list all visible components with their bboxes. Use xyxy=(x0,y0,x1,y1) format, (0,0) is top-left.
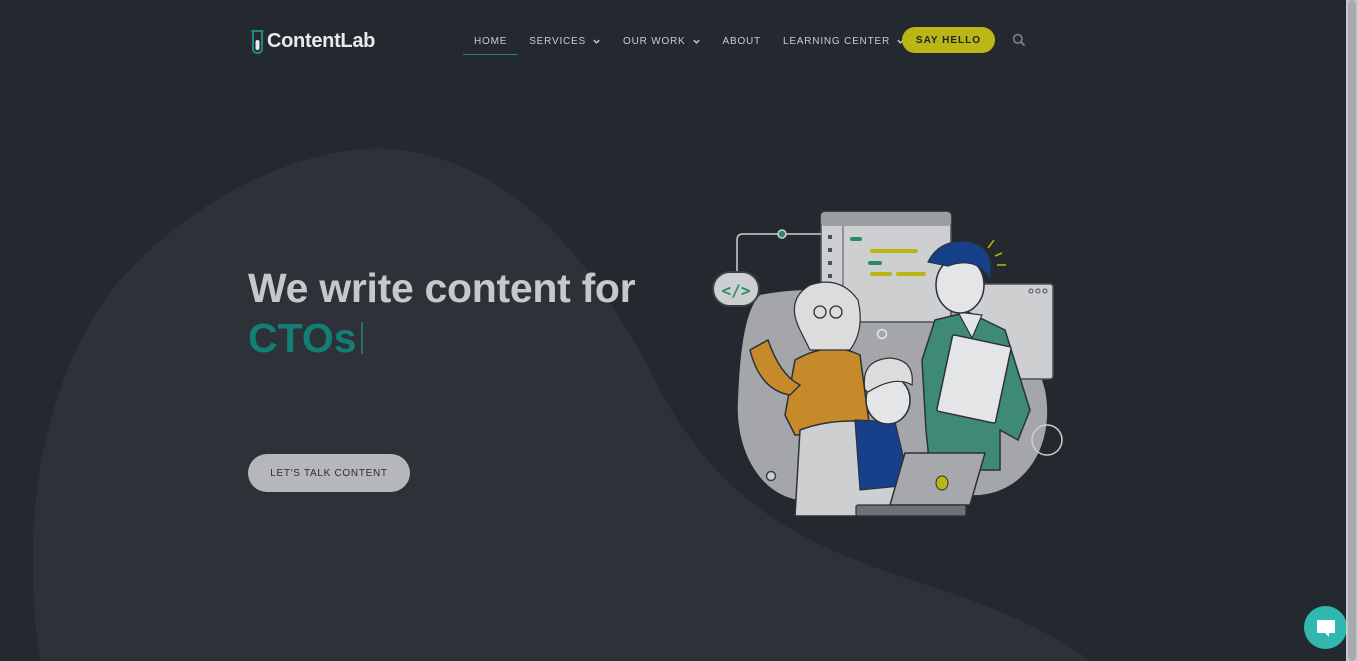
contentlab-logo[interactable]: ContentLab xyxy=(251,28,375,54)
hero-role: CTOs xyxy=(248,315,357,361)
nav-learning-center-label: LEARNING CENTER xyxy=(782,35,890,47)
nav-home-label: HOME xyxy=(474,35,508,47)
person-man xyxy=(921,240,1031,471)
chevron-down-icon xyxy=(692,39,700,44)
nav-services-label: SERVICES xyxy=(529,35,586,47)
page-scrollbar[interactable] xyxy=(1346,0,1358,661)
scrollbar-thumb[interactable] xyxy=(1348,0,1356,661)
chevron-down-icon xyxy=(593,39,600,44)
code-badge-icon: </> xyxy=(712,271,760,307)
hero-title: We write content for xyxy=(248,265,636,311)
nav-services[interactable]: SERVICES xyxy=(518,30,612,52)
nav-our-work[interactable]: OUR WORK xyxy=(612,30,712,52)
nav-learning-center[interactable]: LEARNING CENTER xyxy=(772,30,916,52)
nav-about-label: ABOUT xyxy=(722,35,761,47)
background-shape xyxy=(32,148,1090,661)
main-nav: HOME SERVICES OUR WORK ABOUT LEARNING CE… xyxy=(463,30,916,55)
brand-name: ContentLab xyxy=(267,29,376,52)
nav-about[interactable]: ABOUT xyxy=(712,30,772,52)
code-badge-text: </> xyxy=(722,281,751,300)
nav-home[interactable]: HOME xyxy=(463,30,519,55)
search-icon[interactable] xyxy=(1012,33,1026,47)
say-hello-button[interactable]: SAY HELLO xyxy=(902,27,995,53)
team-illustration: </> xyxy=(712,211,1063,517)
lets-talk-content-button[interactable]: LET'S TALK CONTENT xyxy=(248,454,410,492)
test-tube-icon xyxy=(251,30,264,54)
hero-role-text: CTOs xyxy=(248,316,363,360)
typing-cursor xyxy=(360,322,363,354)
page: ContentLab HOME SERVICES OUR WORK ABOUT … xyxy=(0,0,1346,661)
chat-bubble-icon xyxy=(1316,619,1335,637)
nav-our-work-label: OUR WORK xyxy=(623,35,686,47)
chat-button[interactable] xyxy=(1304,606,1346,649)
